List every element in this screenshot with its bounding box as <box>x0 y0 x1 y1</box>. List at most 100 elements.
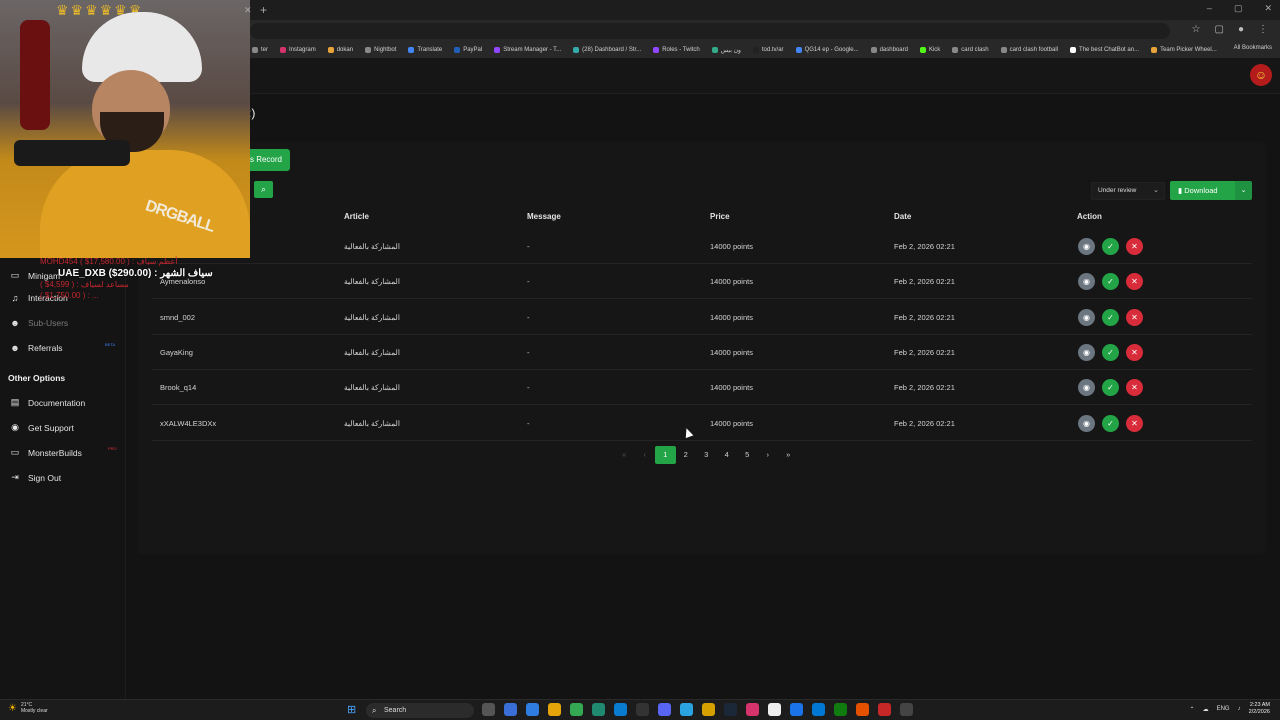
bookmark-item[interactable]: QG14 ep - Google... <box>795 47 859 53</box>
page-3-button[interactable]: 3 <box>696 446 717 464</box>
download-button[interactable]: ▮ Download <box>1170 181 1235 200</box>
approve-button[interactable]: ✓ <box>1102 379 1119 396</box>
app-icon[interactable] <box>746 703 759 716</box>
taskview-icon[interactable] <box>482 703 495 716</box>
app-icon[interactable] <box>636 703 649 716</box>
app-icon[interactable] <box>592 703 605 716</box>
bookmark-item[interactable]: dokan <box>327 47 353 53</box>
close-icon: ✕ <box>1131 277 1138 286</box>
app-icon[interactable] <box>526 703 539 716</box>
steam-icon[interactable] <box>724 703 737 716</box>
bookmark-item[interactable]: Nightbot <box>365 47 396 53</box>
network-icon[interactable]: ☁ <box>1203 706 1209 713</box>
status-filter-select[interactable]: Under review ⌄ <box>1091 182 1165 200</box>
cell-article: المشاركة بالفعالية <box>344 419 400 428</box>
bookmark-item[interactable]: tod.tv/ar <box>752 47 784 53</box>
bookmark-item[interactable]: The best ChatBot an... <box>1070 47 1139 53</box>
table-row: smnd_002 المشاركة بالفعالية - 14000 poin… <box>152 300 1252 335</box>
app-icon[interactable] <box>856 703 869 716</box>
view-button[interactable]: ◉ <box>1078 415 1095 432</box>
view-button[interactable]: ◉ <box>1078 379 1095 396</box>
approve-button[interactable]: ✓ <box>1102 273 1119 290</box>
sidebar-item-monsterbuilds[interactable]: ▭ MonsterBuilds <box>10 447 82 458</box>
bookmark-item[interactable]: Kick <box>919 47 940 53</box>
next-page-button[interactable]: › <box>758 446 779 464</box>
bookmark-item[interactable]: Instagram <box>280 47 316 53</box>
folder-icon[interactable] <box>548 703 561 716</box>
reject-button[interactable]: ✕ <box>1126 379 1143 396</box>
maximize-button[interactable]: ▢ <box>1234 3 1243 14</box>
telegram-icon[interactable] <box>680 703 693 716</box>
menu-icon[interactable]: ⋮ <box>1258 24 1268 35</box>
bookmark-item[interactable]: ون بيس <box>711 47 741 54</box>
approve-button[interactable]: ✓ <box>1102 309 1119 326</box>
all-bookmarks-button[interactable]: All Bookmarks <box>1234 45 1272 51</box>
view-button[interactable]: ◉ <box>1078 344 1095 361</box>
new-tab-button[interactable]: + <box>260 3 267 17</box>
page-2-button[interactable]: 2 <box>676 446 697 464</box>
cell-date: Feb 2, 2026 02:21 <box>894 348 955 357</box>
download-options-button[interactable]: ⌄ <box>1235 181 1252 200</box>
file-icon[interactable] <box>768 703 781 716</box>
search-button[interactable]: ⌕ <box>254 181 273 198</box>
approve-button[interactable]: ✓ <box>1102 238 1119 255</box>
xbox-icon[interactable] <box>834 703 847 716</box>
last-page-button[interactable]: » <box>778 446 799 464</box>
user-avatar[interactable]: ☺ <box>1250 64 1272 86</box>
bookmark-star-icon[interactable]: ☆ <box>1192 24 1201 35</box>
url-input[interactable] <box>250 23 1170 39</box>
windows-start-icon[interactable]: ⊞ <box>347 703 356 716</box>
lang-indicator[interactable]: ENG <box>1217 706 1230 712</box>
sidebar-item-referrals[interactable]: ☻ Referrals <box>10 343 62 353</box>
weather-widget[interactable]: ☀ 21°C Mostly clear <box>8 702 48 714</box>
sidebar-item-sub-users[interactable]: ☻ Sub-Users <box>10 318 68 328</box>
reject-button[interactable]: ✕ <box>1126 273 1143 290</box>
reject-button[interactable]: ✕ <box>1126 344 1143 361</box>
view-button[interactable]: ◉ <box>1078 309 1095 326</box>
sidebar-item-sign-out[interactable]: ⇥ Sign Out <box>10 472 61 483</box>
bookmark-item[interactable]: ter <box>252 47 268 53</box>
minimize-button[interactable]: – <box>1207 3 1212 14</box>
sidebar-item-documentation[interactable]: ▤ Documentation <box>10 397 85 408</box>
app-icon[interactable] <box>900 703 913 716</box>
close-window-button[interactable]: ✕ <box>1264 3 1272 14</box>
app-icon[interactable] <box>790 703 803 716</box>
bookmark-item[interactable]: dashboard <box>870 47 908 53</box>
app-icon[interactable] <box>812 703 825 716</box>
taskbar-search[interactable]: ⌕ Search <box>366 703 474 718</box>
bookmark-item[interactable]: Translate <box>408 47 442 53</box>
clock[interactable]: 2:23 AM 2/2/2026 <box>1249 702 1270 716</box>
approve-button[interactable]: ✓ <box>1102 344 1119 361</box>
check-icon: ✓ <box>1107 348 1114 357</box>
sidebar-item-get-support[interactable]: ◉ Get Support <box>10 422 74 433</box>
discord-icon[interactable] <box>658 703 671 716</box>
reject-button[interactable]: ✕ <box>1126 309 1143 326</box>
bookmark-item[interactable]: PayPal <box>454 47 482 53</box>
bookmark-item[interactable]: Team Picker Wheel... <box>1151 47 1217 53</box>
reject-button[interactable]: ✕ <box>1126 238 1143 255</box>
view-button[interactable]: ◉ <box>1078 273 1095 290</box>
app-icon[interactable] <box>702 703 715 716</box>
page-4-button[interactable]: 4 <box>717 446 738 464</box>
bookmark-item[interactable]: Roles - Twitch <box>653 47 700 53</box>
app-icon[interactable] <box>504 703 517 716</box>
edge-icon[interactable] <box>614 703 627 716</box>
page-5-button[interactable]: 5 <box>737 446 758 464</box>
prev-page-button[interactable]: ‹ <box>635 446 656 464</box>
profile-icon[interactable]: ● <box>1238 24 1244 35</box>
chrome-icon[interactable] <box>570 703 583 716</box>
approve-button[interactable]: ✓ <box>1102 415 1119 432</box>
app-icon[interactable] <box>878 703 891 716</box>
first-page-button[interactable]: « <box>614 446 635 464</box>
extensions-icon[interactable]: ▢ <box>1215 24 1224 35</box>
bookmark-item[interactable]: card clash <box>952 47 989 53</box>
bookmark-item[interactable]: Stream Manager - T... <box>494 47 561 53</box>
tab-close-icon[interactable]: ✕ <box>244 5 252 16</box>
chevron-up-icon[interactable]: ⌃ <box>1190 706 1195 713</box>
bookmark-item[interactable]: (28) Dashboard / Str... <box>573 47 641 53</box>
volume-icon[interactable]: ♪ <box>1238 706 1241 712</box>
view-button[interactable]: ◉ <box>1078 238 1095 255</box>
page-1-button[interactable]: 1 <box>655 446 676 464</box>
bookmark-item[interactable]: card clash football <box>1000 47 1058 53</box>
reject-button[interactable]: ✕ <box>1126 415 1143 432</box>
